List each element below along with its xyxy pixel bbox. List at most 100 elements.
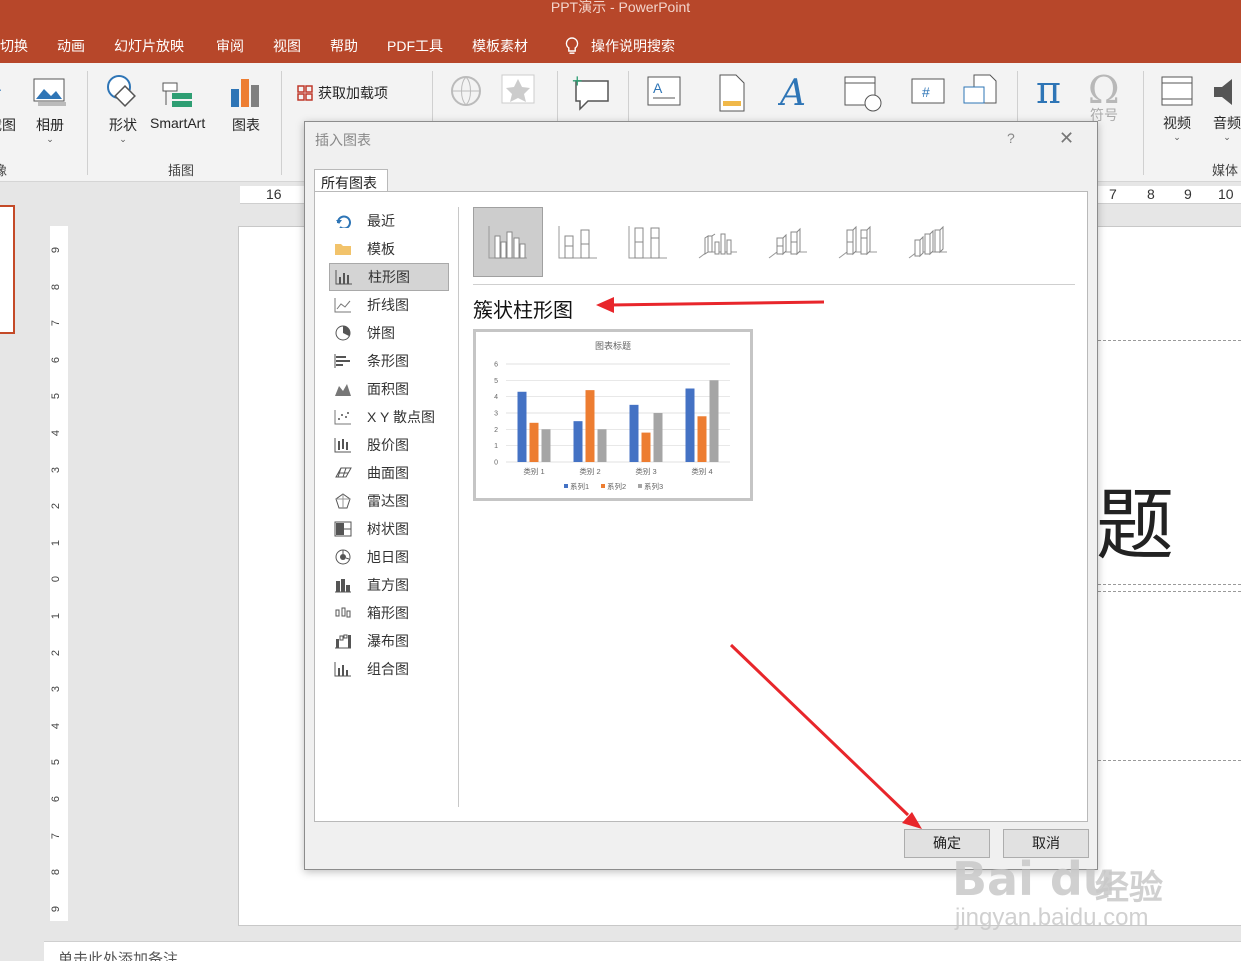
subtype-3d-clustered-column[interactable] xyxy=(683,207,753,277)
tab-review[interactable]: 审阅 xyxy=(216,36,244,56)
slide-title-text[interactable]: 题 xyxy=(1096,487,1174,565)
subtype-3d-stacked-column[interactable] xyxy=(753,207,823,277)
stock-chart-icon xyxy=(333,436,353,454)
histogram-chart-icon xyxy=(333,576,353,594)
slide-number-icon: # xyxy=(911,78,945,104)
title-placeholder-border xyxy=(1098,340,1241,341)
chart-preview[interactable]: 图表标题 0 1 2 3 4 5 6 类别 1 类别 2 类别 3 类别 4 系列1 系列2 系列3 xyxy=(473,329,753,501)
chevron-down-icon: ⌄ xyxy=(1223,132,1231,142)
tell-me-search[interactable]: 操作说明搜索 xyxy=(565,36,675,56)
category-treemap[interactable]: 树状图 xyxy=(329,515,449,543)
category-surface[interactable]: 曲面图 xyxy=(329,459,449,487)
subtype-stacked-column[interactable] xyxy=(543,207,613,277)
wordart-icon: A xyxy=(778,73,806,113)
textbox-button[interactable]: A xyxy=(645,73,683,115)
chart-category-list: 最近 模板 柱形图 折线图 饼图 条形图 面积图 X Y 散点图 股价图 曲面图… xyxy=(329,207,449,683)
vertical-ruler: 9 8 7 6 5 4 3 2 1 0 1 2 3 4 5 6 7 8 9 xyxy=(50,226,68,921)
category-radar[interactable]: 雷达图 xyxy=(329,487,449,515)
subtitle-placeholder-border xyxy=(1098,760,1241,761)
subtype-3d-column[interactable] xyxy=(893,207,963,277)
category-stock[interactable]: 股价图 xyxy=(329,431,449,459)
chart-bar xyxy=(629,404,639,462)
slide-thumbnail[interactable] xyxy=(0,205,15,334)
category-boxplot[interactable]: 箱形图 xyxy=(329,599,449,627)
category-line[interactable]: 折线图 xyxy=(329,291,449,319)
y-tick-label: 0 xyxy=(494,460,498,467)
category-sunburst[interactable]: 旭日图 xyxy=(329,543,449,571)
notes-pane[interactable] xyxy=(44,941,1241,961)
chart-bar xyxy=(597,429,607,462)
tab-view[interactable]: 视图 xyxy=(273,36,301,56)
link-button[interactable] xyxy=(448,73,488,117)
category-recent[interactable]: 最近 xyxy=(329,207,449,235)
watermark-url: jingyan.baidu.com xyxy=(955,904,1149,931)
action-button[interactable] xyxy=(500,73,536,113)
divider xyxy=(473,284,1075,285)
notes-placeholder[interactable]: 单击此处添加备注 xyxy=(58,948,178,961)
ruler-label: 2 xyxy=(50,503,63,510)
screenshot-icon: + xyxy=(0,80,2,102)
dialog-body: 最近 模板 柱形图 折线图 饼图 条形图 面积图 X Y 散点图 股价图 曲面图… xyxy=(314,191,1088,822)
slide-number-button[interactable]: # xyxy=(910,75,946,115)
category-scatter[interactable]: X Y 散点图 xyxy=(329,403,449,431)
date-time-button[interactable] xyxy=(843,75,883,117)
header-footer-button[interactable] xyxy=(714,73,748,117)
category-bar[interactable]: 条形图 xyxy=(329,347,449,375)
help-button[interactable]: ? xyxy=(1007,130,1015,146)
chevron-down-icon: ⌄ xyxy=(119,134,127,144)
x-tick-label: 类别 4 xyxy=(691,466,712,476)
video-button[interactable]: 视频 ⌄ xyxy=(1160,75,1194,142)
tab-transitions[interactable]: 切换 xyxy=(0,36,28,56)
subtype-clustered-column[interactable] xyxy=(473,207,543,277)
wordart-button[interactable]: A xyxy=(778,73,812,117)
audio-button[interactable]: 音频 ⌄ xyxy=(1212,75,1241,142)
legend-label: 系列1 xyxy=(570,481,589,491)
lightbulb-icon xyxy=(565,37,579,54)
ruler-label: 6 xyxy=(50,795,63,803)
tab-templates[interactable]: 模板素材 xyxy=(472,36,528,56)
comment-button[interactable]: + xyxy=(572,73,612,117)
smartart-button[interactable]: SmartArt xyxy=(150,75,205,131)
category-area[interactable]: 面积图 xyxy=(329,375,449,403)
symbol-button[interactable]: Ω 符号 xyxy=(1086,69,1122,125)
comment-icon: + xyxy=(572,73,609,111)
tab-all-charts[interactable]: 所有图表 xyxy=(314,169,388,192)
illustrations-group-label: 插图 xyxy=(168,163,195,178)
insert-chart-button[interactable]: 图表 xyxy=(229,75,263,135)
category-pie[interactable]: 饼图 xyxy=(329,319,449,347)
ruler-label: 8 xyxy=(50,283,63,290)
title-bar: PPT演示 - PowerPoint 切换 动画 幻灯片放映 审阅 视图 帮助 … xyxy=(0,0,1241,63)
tab-animations[interactable]: 动画 xyxy=(57,36,85,56)
tab-help[interactable]: 帮助 xyxy=(330,36,358,56)
ruler-label: 1 xyxy=(50,612,63,620)
photo-album-button[interactable]: 相册 ⌄ xyxy=(32,75,68,144)
y-tick-label: 1 xyxy=(494,443,498,450)
equation-button[interactable]: π xyxy=(1034,69,1070,115)
pi-icon: π xyxy=(1036,69,1061,111)
subtype-3d-100-stacked-column[interactable] xyxy=(823,207,893,277)
calendar-icon xyxy=(844,76,882,112)
legend-label: 系列2 xyxy=(607,481,626,491)
svg-text:+: + xyxy=(572,73,583,91)
chart-bar xyxy=(529,422,539,462)
close-button[interactable]: ✕ xyxy=(1059,128,1074,149)
category-templates[interactable]: 模板 xyxy=(329,235,449,263)
category-column[interactable]: 柱形图 xyxy=(329,263,449,291)
ruler-label: 8 xyxy=(50,869,63,876)
ruler-label: 3 xyxy=(50,686,63,693)
chart-gridlines xyxy=(506,363,730,463)
tab-slideshow[interactable]: 幻灯片放映 xyxy=(114,36,184,56)
shapes-button[interactable]: 形状 ⌄ xyxy=(104,73,142,144)
category-histogram[interactable]: 直方图 xyxy=(329,571,449,599)
object-button[interactable] xyxy=(962,73,998,117)
subtype-100-stacked-column[interactable] xyxy=(613,207,683,277)
x-axis-ticks: 类别 1 类别 2 类别 3 类别 4 xyxy=(523,466,712,476)
get-addins-button[interactable]: 获取加载项 xyxy=(296,83,388,103)
tab-pdf-tools[interactable]: PDF工具 xyxy=(387,36,443,56)
category-waterfall[interactable]: 瀑布图 xyxy=(329,627,449,655)
chart-bar xyxy=(517,391,527,462)
screenshot-button[interactable]: + 截图 xyxy=(0,75,16,135)
boxplot-chart-icon xyxy=(333,604,353,622)
surface-chart-icon xyxy=(333,464,353,482)
category-combo[interactable]: 组合图 xyxy=(329,655,449,683)
